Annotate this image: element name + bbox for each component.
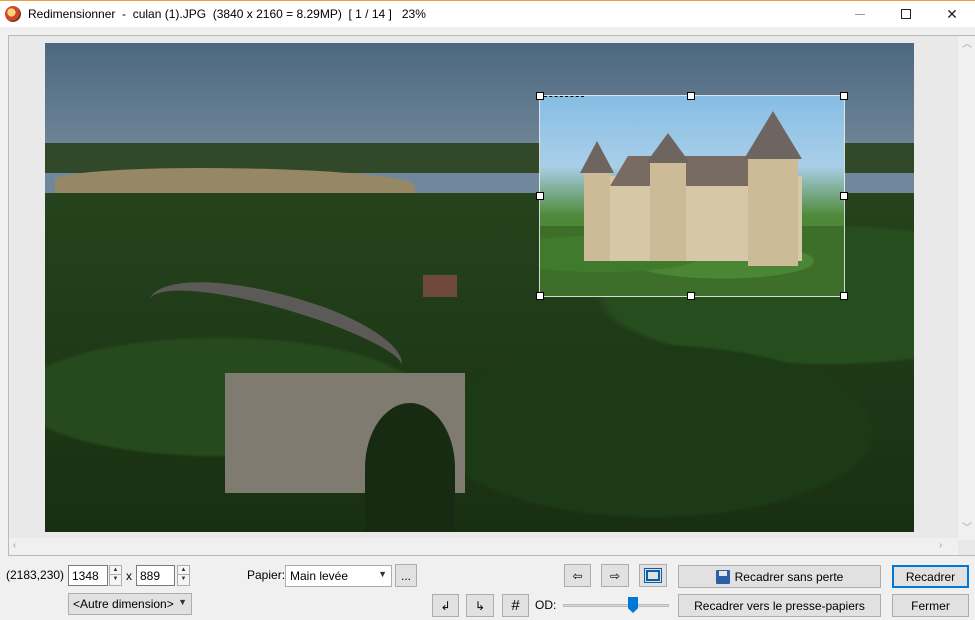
crop-handle-e[interactable] <box>840 192 848 200</box>
minimize-icon <box>855 13 865 15</box>
crop-clipboard-button[interactable]: Recadrer vers le presse-papiers <box>678 594 881 617</box>
next-button[interactable]: ⇨ <box>601 564 629 587</box>
crop-handle-n[interactable] <box>687 92 695 100</box>
horizontal-scrollbar[interactable]: ‹ › <box>9 538 958 555</box>
crop-lossless-button[interactable]: Recadrer sans perte <box>678 565 881 588</box>
maximize-icon <box>901 9 911 19</box>
width-stepper[interactable]: ▲ ▼ <box>109 565 122 586</box>
od-label: OD: <box>535 598 557 612</box>
scroll-down-icon[interactable]: ﹀ <box>962 524 972 534</box>
arrow-left-icon: ⇦ <box>572 568 583 583</box>
dimension-preset-select[interactable]: <Autre dimension> ▼ <box>68 593 192 615</box>
arrow-right-icon: ⇨ <box>609 568 621 583</box>
od-slider[interactable] <box>563 604 669 607</box>
close-icon: ✕ <box>946 5 958 22</box>
window-title: Redimensionner - culan (1).JPG (3840 x 2… <box>28 7 426 21</box>
crop-handle-se[interactable] <box>840 292 848 300</box>
crop-handle-sw[interactable] <box>536 292 544 300</box>
dimension-preset-value: <Autre dimension> <box>73 597 174 611</box>
close-button[interactable]: Fermer <box>892 594 969 617</box>
title-bar: Redimensionner - culan (1).JPG (3840 x 2… <box>0 0 975 27</box>
rotate-right-icon: ↳ <box>474 598 486 613</box>
scroll-left-icon[interactable]: ‹ <box>13 541 16 551</box>
grid-icon: # <box>511 597 520 614</box>
chevron-down-icon: ▼ <box>378 569 387 579</box>
maximize-button[interactable] <box>883 1 929 27</box>
paper-more-button[interactable]: ... <box>395 564 417 587</box>
crop-button[interactable]: Recadrer <box>892 565 969 588</box>
od-slider-thumb[interactable] <box>628 597 638 613</box>
scroll-up-icon[interactable]: ︿ <box>962 40 972 50</box>
paper-value: Main levée <box>290 569 349 583</box>
size-separator: x <box>126 569 132 583</box>
height-field[interactable] <box>136 565 175 586</box>
close-window-button[interactable]: ✕ <box>929 1 975 27</box>
grid-button[interactable]: # <box>502 594 529 617</box>
crop-handle-ne[interactable] <box>840 92 848 100</box>
previous-button[interactable]: ⇦ <box>564 564 591 587</box>
vertical-scrollbar[interactable]: ︿ ﹀ <box>958 36 975 540</box>
app-icon <box>5 6 21 22</box>
height-stepper[interactable]: ▲ ▼ <box>177 565 190 586</box>
image-viewport[interactable]: ︿ ﹀ ‹ › <box>8 35 975 556</box>
fit-selection-button[interactable] <box>639 564 667 587</box>
rotate-right-button[interactable]: ↳ <box>466 594 494 617</box>
rotate-left-button[interactable]: ↲ <box>432 594 459 617</box>
photo-preview[interactable] <box>45 43 914 532</box>
paper-select[interactable]: Main levée ▼ <box>285 565 392 587</box>
crop-selection[interactable] <box>539 95 845 297</box>
save-icon <box>715 569 730 584</box>
scroll-right-icon[interactable]: › <box>939 541 942 551</box>
fit-frame-icon <box>644 568 662 583</box>
chevron-down-icon: ▼ <box>178 597 187 607</box>
window-controls: ✕ <box>837 1 975 27</box>
crop-handle-nw[interactable] <box>536 92 544 100</box>
width-field[interactable] <box>68 565 108 586</box>
crop-handle-s[interactable] <box>687 292 695 300</box>
minimize-button[interactable] <box>837 1 883 27</box>
rotate-left-icon: ↲ <box>440 598 451 613</box>
castle-image <box>580 111 812 266</box>
cursor-coords: (2183,230) <box>6 568 65 582</box>
paper-label: Papier: <box>247 568 286 582</box>
crop-handle-w[interactable] <box>536 192 544 200</box>
